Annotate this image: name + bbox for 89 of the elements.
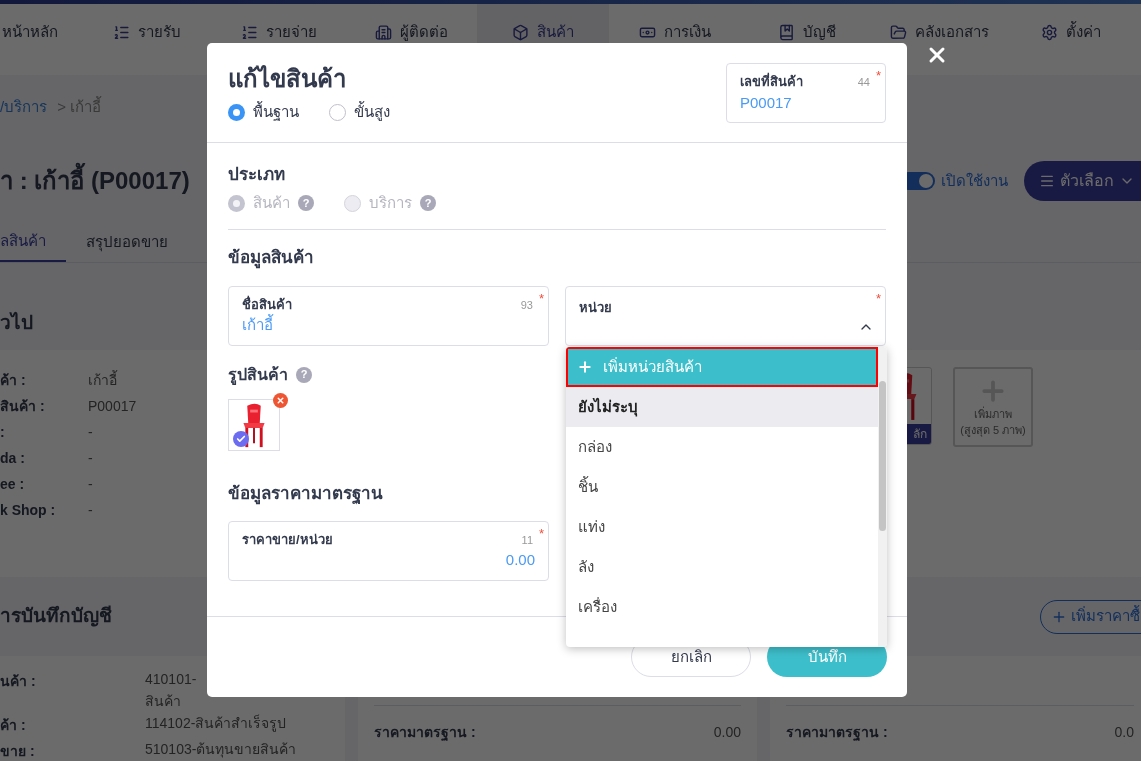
add-purchase-price-button[interactable]: เพิ่มราคาซื้ [1040,599,1141,634]
info-label: ee : [0,474,26,494]
radio-label: พื้นฐาน [253,101,299,123]
tab[interactable]: ลสินค้า [0,223,66,262]
page-title: า : เก้าอี้ (P00017) [0,163,190,199]
info-label: ค้า : [0,716,27,735]
text-field[interactable]: ราคาขาย/หน่วย 11 * 0.00 [228,520,549,581]
radio-label: บริการ [369,193,412,213]
field-label: หน่วย [579,299,612,315]
info-label: ขาย : [0,742,36,761]
dialog-title: แก้ไขสินค้า [228,64,347,94]
price-label: ราคามาตรฐาน : [786,723,888,743]
box-icon [512,24,529,41]
nav-tab[interactable]: หน้าหลัก [0,4,81,64]
nav-tab[interactable]: ตั้งค่า [1005,4,1137,64]
add-image-hint: (สูงสุด 5 ภาพ) [960,423,1026,439]
info-label: k Shop : [0,500,57,520]
list-icon [113,24,130,41]
section-title: ข้อมูลสินค้า [228,246,315,270]
help-icon: ? [420,195,436,212]
field-value: P00017 [740,92,792,113]
info-value: - [88,448,93,468]
required-mark: * [538,524,544,543]
text-field[interactable]: ชื่อสินค้า 93 * เก้าอี้ [228,285,549,346]
radio-label: ขั้นสูง [354,101,390,123]
image-thumbnail[interactable] [228,398,280,451]
character-counter: 11 [521,532,533,548]
help-icon: ? [298,195,314,212]
section-title: ารบันทึกบัญชี [0,604,112,629]
remove-badge[interactable] [273,392,288,408]
required-mark: * [875,289,881,308]
info-label: : [0,422,6,442]
plus-icon [577,359,593,375]
info-value: เก้าอี้ [88,369,117,390]
scrollbar[interactable] [878,347,887,647]
radio-button[interactable] [228,103,245,121]
field-label: ชื่อสินค้า [242,294,292,314]
info-label: นค้า : [0,672,37,691]
field-label: ราคาขาย/หน่วย [242,530,333,549]
info-value: - [88,500,93,520]
settings-icon [1041,24,1058,41]
character-counter: 93 [520,297,533,313]
nav-tab[interactable]: การเงิน [609,4,741,64]
info-label: สินค้า : [0,396,46,416]
field-value: เก้าอี้ [242,314,273,335]
section-title: วไป [0,310,33,335]
building-icon [374,24,392,41]
character-counter: 44 [857,75,870,90]
info-label: ค้า : [0,370,27,390]
book-icon [778,24,795,41]
tab[interactable]: สรุปยอดขาย [66,223,188,262]
add-image-label: เพิ่มภาพ [974,405,1012,422]
unit-option[interactable]: ยังไม่ระบุ [566,387,878,427]
nav-tab[interactable]: รายรับ [81,4,213,64]
info-value: - [88,474,93,494]
info-value: P00017 [88,396,137,416]
options-button[interactable]: ตัวเลือก [1024,161,1141,201]
nav-tab[interactable]: รายจ่าย [213,4,345,64]
required-mark: * [538,289,544,308]
radio-button[interactable] [329,103,346,121]
price-value: 0.00 [713,723,741,742]
info-value: 410101- [145,670,197,689]
add-unit-option[interactable]: เพิ่มหน่วยสินค้า [566,347,878,387]
price-label: ราคามาตรฐาน : [374,723,476,743]
field-label: เลขที่สินค้า [740,72,803,91]
menu-icon [1039,173,1055,189]
folder-icon [889,24,907,41]
info-value: 510103-ต้นทุนขายสินค้า [145,740,297,760]
section-title: ข้อมูลราคามาตรฐาน [228,482,383,506]
toggle-label: เปิดใช้งาน [941,170,1008,191]
radio-label: สินค้า [253,193,290,213]
help-icon: ? [296,366,312,383]
price-value: 0.0 [1114,723,1134,742]
info-value: 114102-สินค้าสำเร็จรูป [145,713,287,734]
info-label: da : [0,448,26,468]
section-title: รูปสินค้า [228,364,288,387]
nav-tab[interactable]: คลังเอกสาร [873,4,1005,64]
add-image-tile[interactable]: เพิ่มภาพ (สูงสุด 5 ภาพ) [953,367,1033,447]
unit-select[interactable]: หน่วย * [565,285,886,346]
list-icon [241,24,258,41]
text-field[interactable]: เลขที่สินค้า 44 * P00017 [726,63,886,123]
field-value: 0.00 [505,550,535,570]
nav-tab[interactable]: ผู้ติดต่อ [345,4,477,64]
info-value: - [88,422,93,442]
required-mark: * [875,67,881,85]
section-title: ประเภท [228,164,286,186]
info-value: สินค้า [145,692,182,711]
breadcrumb-item[interactable]: /บริการ [0,95,48,119]
nav-tab[interactable]: บัญชี [741,4,873,64]
